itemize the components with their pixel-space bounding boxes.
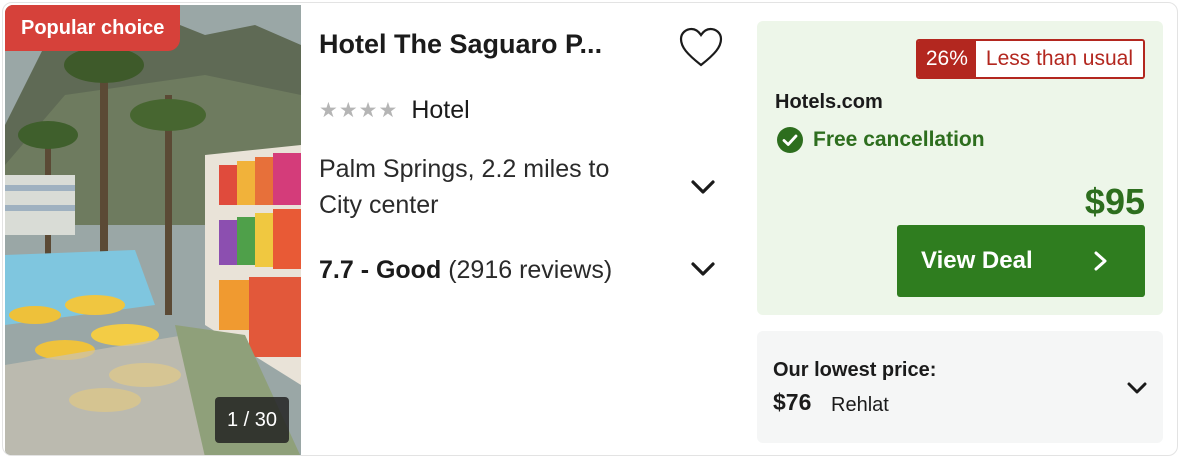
discount-label: Less than usual: [975, 41, 1143, 77]
star-icon: ★: [378, 98, 398, 122]
lowest-price-panel[interactable]: Our lowest price: $76 Rehlat: [757, 331, 1163, 443]
deal-panel: 26% Less than usual Hotels.com Free canc…: [757, 21, 1163, 315]
hotel-photo[interactable]: Popular choice 1 / 30: [5, 5, 301, 455]
view-deal-label: View Deal: [921, 247, 1033, 274]
star-rating-row: ★ ★ ★ ★ Hotel: [319, 95, 470, 125]
free-cancellation-label: Free cancellation: [813, 128, 985, 151]
rating-score: 7.7 - Good: [319, 256, 442, 284]
discount-badge: 26% Less than usual: [915, 39, 1145, 79]
photo-counter: 1 / 30: [215, 397, 289, 443]
check-circle-icon: [777, 127, 803, 153]
review-rating: 7.7 - Good (2916 reviews): [319, 255, 612, 285]
star-icon: ★: [358, 98, 378, 122]
location-chevron-down-icon[interactable]: [689, 177, 717, 197]
heart-icon: [679, 27, 723, 67]
favorite-button[interactable]: [677, 25, 725, 69]
hotel-type: Hotel: [411, 95, 470, 124]
lowest-price-amount: $76: [773, 389, 812, 415]
deal-provider: Hotels.com: [775, 91, 883, 113]
discount-percent: 26%: [917, 41, 976, 77]
chevron-down-icon: [1127, 382, 1147, 394]
hotel-stars: ★ ★ ★ ★: [319, 100, 397, 121]
view-deal-button[interactable]: View Deal: [897, 225, 1145, 297]
rating-chevron-down-icon[interactable]: [689, 259, 717, 279]
hotel-card[interactable]: Popular choice 1 / 30 Hotel The Saguaro …: [2, 2, 1178, 456]
lowest-price-label: Our lowest price:: [773, 359, 937, 381]
free-cancellation: Free cancellation: [777, 127, 985, 153]
star-icon: ★: [338, 98, 358, 122]
popular-choice-badge: Popular choice: [5, 5, 181, 51]
deal-price: $95: [1084, 181, 1145, 222]
rating-reviews: (2916 reviews): [448, 256, 613, 284]
lowest-price-provider: Rehlat: [831, 394, 889, 416]
chevron-right-icon: [1094, 251, 1107, 271]
hotel-location: Palm Springs, 2.2 miles to City center: [319, 155, 610, 219]
hotel-photo-illustration: [5, 5, 301, 455]
hotel-name[interactable]: Hotel The Saguaro P...: [319, 29, 659, 60]
star-icon: ★: [319, 98, 338, 122]
